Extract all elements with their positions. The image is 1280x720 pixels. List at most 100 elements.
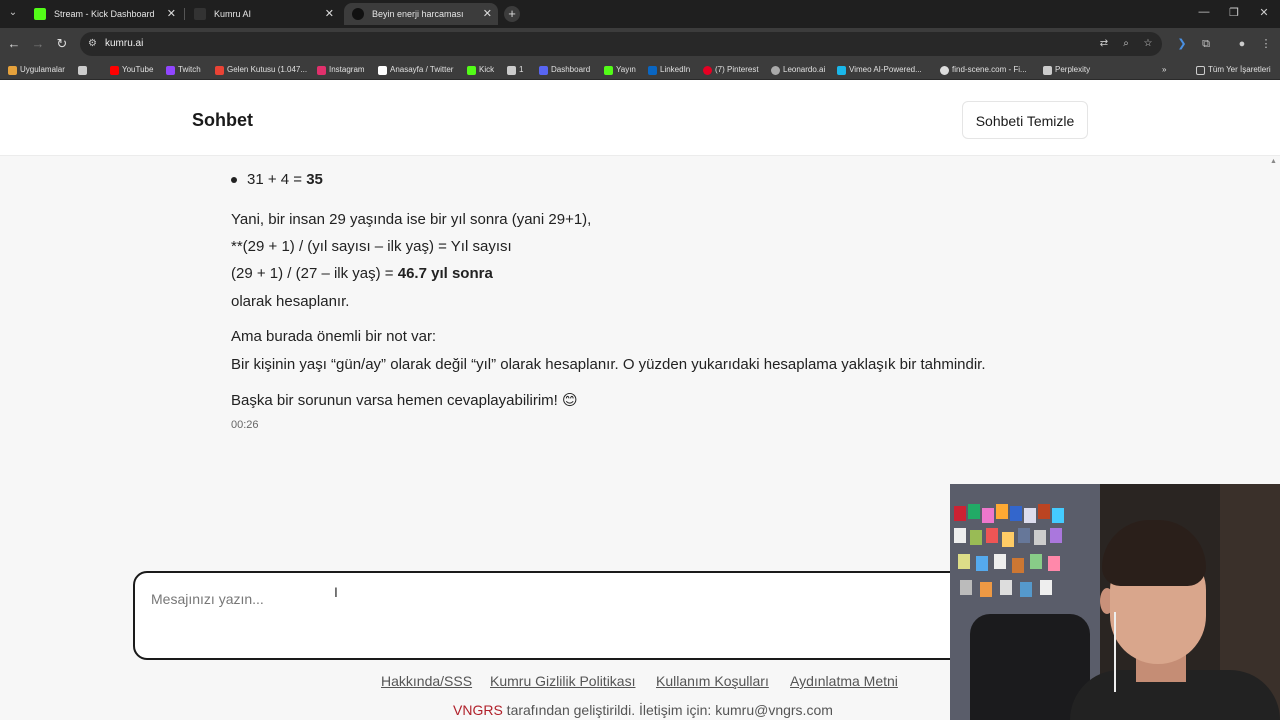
zoom-icon[interactable]: ⌕ xyxy=(1120,38,1132,50)
bookmark-folder-1[interactable]: 1 xyxy=(507,63,523,77)
message-line: Başka bir sorunun varsa hemen cevaplayab… xyxy=(231,392,578,409)
chatgpt-favicon-icon xyxy=(352,8,364,20)
footer-link-about[interactable]: Hakkında/SSS xyxy=(381,673,472,689)
bookmarks-overflow-icon[interactable]: » xyxy=(1162,63,1166,77)
gmail-icon xyxy=(215,66,224,75)
message-line: (29 + 1) / (27 – ilk yaş) = 46.7 yıl son… xyxy=(231,265,493,282)
close-window-icon[interactable]: ✕ xyxy=(1254,6,1274,19)
message-input[interactable] xyxy=(151,591,941,647)
footer-link-terms[interactable]: Kullanım Koşulları xyxy=(656,673,769,689)
poster xyxy=(954,528,966,543)
person-hair xyxy=(1102,520,1206,586)
bookmark-find-scene[interactable]: find-scene.com - Fi... xyxy=(940,63,1027,77)
all-bookmarks[interactable]: Tüm Yer İşaretleri xyxy=(1196,63,1271,77)
poster xyxy=(994,554,1006,569)
extension-icon[interactable]: ❯ xyxy=(1174,36,1190,52)
linkedin-icon xyxy=(648,66,657,75)
message-input-container[interactable] xyxy=(133,571,973,660)
extensions-puzzle-icon[interactable]: ⧉ xyxy=(1198,36,1214,52)
tab-title: Stream - Kick Dashboard xyxy=(54,9,155,19)
bookmark-instagram[interactable]: Instagram xyxy=(317,63,365,77)
message-line: Ama burada önemli bir not var: xyxy=(231,328,437,345)
vimeo-icon xyxy=(837,66,846,75)
tab-kumru-ai[interactable]: Kumru AI ✕ xyxy=(186,3,340,25)
leonardo-icon xyxy=(771,66,780,75)
bookmark-youtube[interactable]: YouTube xyxy=(110,63,153,77)
restore-icon[interactable]: ❐ xyxy=(1224,6,1244,19)
apps-grid-icon xyxy=(8,66,17,75)
page-title: Sohbet xyxy=(192,110,253,130)
more-menu-icon[interactable]: ⋮ xyxy=(1258,36,1274,52)
pinterest-icon xyxy=(703,66,712,75)
instagram-icon xyxy=(317,66,326,75)
reload-icon[interactable]: ↻ xyxy=(54,36,70,52)
tab-search-chevron-icon[interactable]: ⌄ xyxy=(6,7,20,21)
kick-icon xyxy=(604,66,613,75)
bookmark-leonardo[interactable]: Leonardo.ai xyxy=(771,63,825,77)
poster xyxy=(960,580,972,595)
poster xyxy=(986,528,998,543)
youtube-icon xyxy=(110,66,119,75)
poster xyxy=(1050,528,1062,543)
twitch-icon xyxy=(166,66,175,75)
bookmark-uygulamalar[interactable]: Uygulamalar xyxy=(8,63,65,77)
tab-beyin-enerji[interactable]: Beyin enerji harcaması ✕ xyxy=(344,3,498,25)
scrollbar-up-arrow-icon[interactable]: ▲ xyxy=(1270,158,1277,165)
poster xyxy=(1020,582,1032,597)
back-icon[interactable]: ← xyxy=(6,36,22,52)
bookmark-linkedin[interactable]: LinkedIn xyxy=(648,63,690,77)
address-bar[interactable]: ⚙ kumru.ai ⇄ ⌕ ☆ xyxy=(80,32,1162,56)
footer-link-disclosure[interactable]: Aydınlatma Metni xyxy=(790,673,898,689)
poster xyxy=(1030,554,1042,569)
folder-icon xyxy=(1196,66,1205,75)
message-line: Yani, bir insan 29 yaşında ise bir yıl s… xyxy=(231,211,592,228)
poster xyxy=(1000,580,1012,595)
message-line: Bir kişinin yaşı “gün/ay” olarak değil “… xyxy=(231,356,986,373)
tab-title: Kumru AI xyxy=(214,9,252,19)
dashboard-icon xyxy=(539,66,548,75)
kumru-favicon-icon xyxy=(194,8,206,20)
perplexity-icon xyxy=(1043,66,1052,75)
grid-icon xyxy=(78,66,87,75)
vngrs-brand[interactable]: VNGRS xyxy=(453,702,503,718)
poster xyxy=(1010,506,1022,521)
tab-kick-dashboard[interactable]: Stream - Kick Dashboard ✕ xyxy=(26,3,182,25)
new-tab-button[interactable]: + xyxy=(504,6,520,22)
forward-icon[interactable]: → xyxy=(30,36,46,52)
kick-favicon-icon xyxy=(34,8,46,20)
minimize-icon[interactable]: — xyxy=(1194,6,1214,18)
close-tab-icon[interactable]: ✕ xyxy=(167,3,176,25)
earphone-cable xyxy=(1114,612,1116,692)
close-tab-icon[interactable]: ✕ xyxy=(483,3,492,25)
translate-icon[interactable]: ⇄ xyxy=(1098,38,1110,50)
poster xyxy=(1018,528,1030,543)
bookmark-grid[interactable] xyxy=(78,63,90,77)
webcam-overlay xyxy=(950,484,1280,720)
message-line: olarak hesaplanır. xyxy=(231,293,350,310)
bookmark-kick[interactable]: Kick xyxy=(467,63,494,77)
bookmark-vimeo[interactable]: Vimeo AI-Powered... xyxy=(837,63,922,77)
poster xyxy=(970,530,982,545)
poster xyxy=(1048,556,1060,571)
bookmark-perplexity[interactable]: Perplexity xyxy=(1043,63,1090,77)
x-icon xyxy=(378,66,387,75)
close-tab-icon[interactable]: ✕ xyxy=(325,3,334,25)
bookmark-star-icon[interactable]: ☆ xyxy=(1142,38,1154,50)
site-info-icon[interactable]: ⚙ xyxy=(88,38,100,50)
bookmark-yayin[interactable]: Yayın xyxy=(604,63,636,77)
bullet-item: 31 + 4 = 35 xyxy=(247,171,323,188)
poster xyxy=(954,506,966,521)
message-timestamp: 00:26 xyxy=(231,419,259,431)
bookmark-dashboard[interactable]: Dashboard xyxy=(539,63,590,77)
profile-avatar-icon[interactable]: ● xyxy=(1234,36,1250,52)
footer-link-privacy[interactable]: Kumru Gizlilik Politikası xyxy=(490,673,635,689)
poster xyxy=(968,504,980,519)
bookmark-twitter[interactable]: Anasayfa / Twitter xyxy=(378,63,453,77)
poster xyxy=(982,508,994,523)
url-text[interactable]: kumru.ai xyxy=(105,32,143,56)
bookmark-pinterest[interactable]: (7) Pinterest xyxy=(703,63,759,77)
bookmark-gmail[interactable]: Gelen Kutusu (1.047... xyxy=(215,63,307,77)
folder-icon xyxy=(507,66,516,75)
clear-chat-button[interactable]: Sohbeti Temizle xyxy=(962,101,1088,139)
bookmark-twitch[interactable]: Twitch xyxy=(166,63,201,77)
